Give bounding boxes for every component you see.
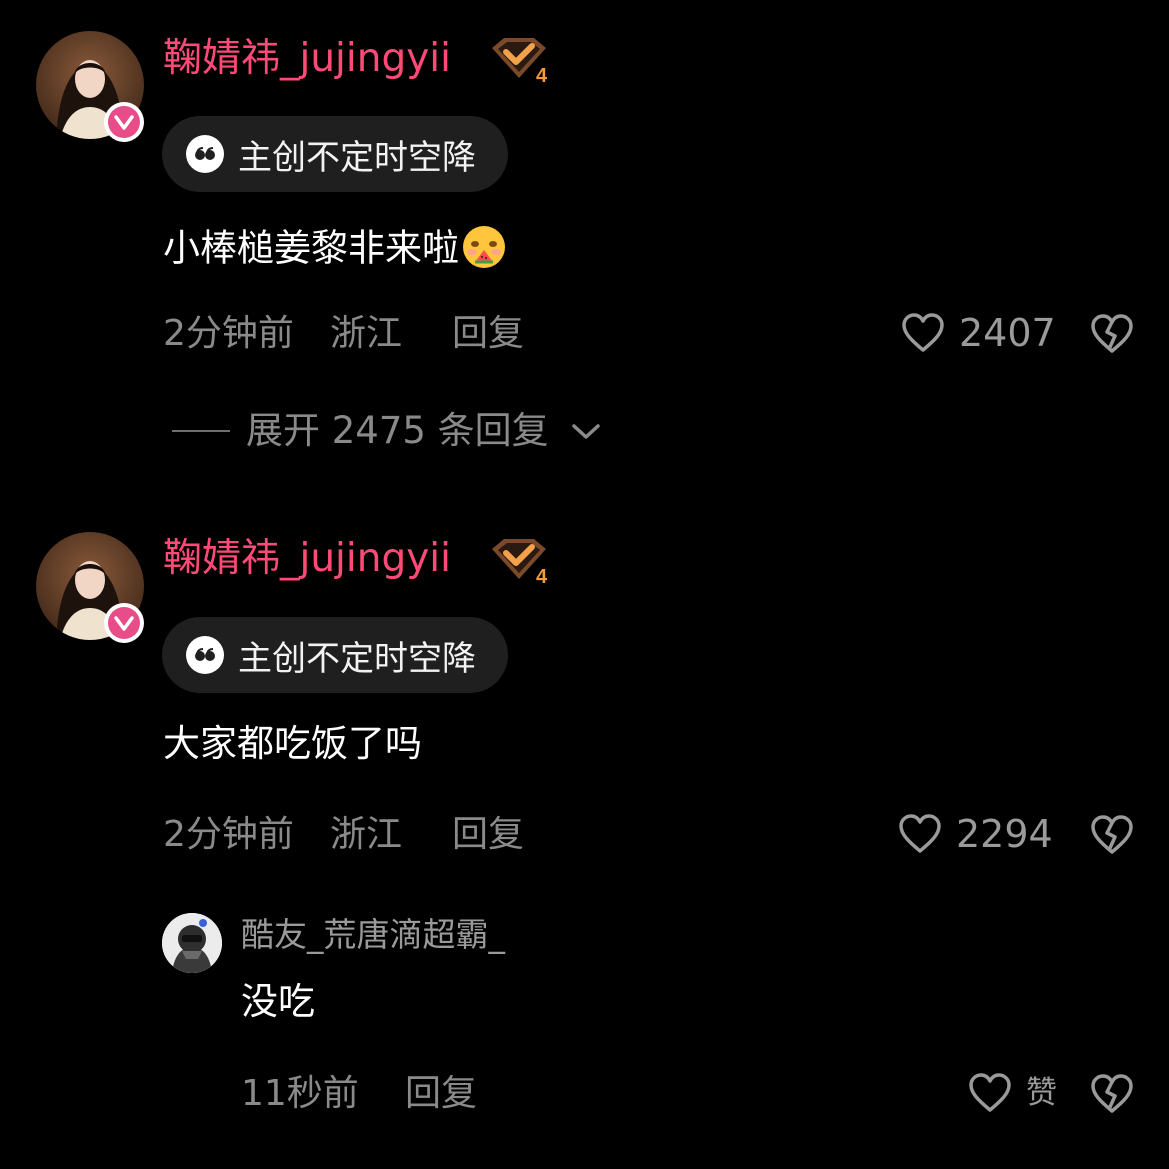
tag-label: 主创不定时空降: [238, 137, 476, 178]
broken-heart-icon: [1091, 815, 1133, 854]
like-button[interactable]: 2294: [898, 813, 1053, 855]
reply-text: 没吃: [241, 980, 315, 1023]
verified-badge-icon: [104, 102, 144, 142]
verified-badge-icon: [104, 603, 144, 643]
level-badge-icon: 4: [488, 34, 552, 87]
chevron-down-icon: [571, 423, 600, 439]
comment-location: 浙江: [330, 814, 403, 855]
heart-icon: [969, 1073, 1011, 1112]
comment-body: 小棒槌姜黎非来啦: [163, 226, 459, 270]
reply-time: 11秒前: [241, 1073, 359, 1114]
like-button[interactable]: 赞: [968, 1072, 1057, 1114]
username[interactable]: 鞠婧祎_jujingyii: [163, 539, 451, 578]
comment-time: 2分钟前: [163, 814, 294, 855]
comment-text: 小棒槌姜黎非来啦: [163, 224, 507, 276]
username[interactable]: 鞠婧祎_jujingyii: [163, 39, 451, 78]
reply-avatar[interactable]: [162, 913, 222, 973]
reply-button[interactable]: 回复: [452, 817, 524, 853]
badge-level: 4: [536, 65, 548, 86]
reply-username[interactable]: 酷友_荒唐滴超霸_: [241, 918, 505, 951]
expand-replies-button[interactable]: 展开 2475 条回复: [172, 412, 603, 449]
reply-button[interactable]: 回复: [405, 1076, 477, 1112]
tag-label: 主创不定时空降: [238, 638, 476, 679]
comment-location: 浙江: [330, 313, 403, 354]
author-tag[interactable]: 主创不定时空降: [162, 116, 508, 192]
author-tag[interactable]: 主创不定时空降: [162, 617, 508, 693]
heart-icon: [899, 814, 941, 853]
like-label: 赞: [1026, 1074, 1057, 1111]
heart-icon: [902, 313, 944, 352]
expand-label: 展开 2475 条回复: [246, 409, 549, 452]
quote-icon: [186, 135, 224, 173]
broken-heart-icon: [1091, 314, 1133, 353]
emoji-icon: [461, 224, 507, 276]
divider-line: [172, 429, 230, 432]
badge-level: 4: [536, 566, 548, 587]
like-count: 2407: [959, 311, 1056, 355]
comment-text: 大家都吃饭了吗: [163, 722, 422, 765]
reply-button[interactable]: 回复: [452, 316, 524, 352]
broken-heart-icon: [1091, 1074, 1133, 1113]
dislike-button[interactable]: [1090, 1073, 1134, 1119]
quote-icon: [186, 636, 224, 674]
level-badge-icon: 4: [488, 535, 552, 588]
like-count: 2294: [956, 812, 1053, 856]
dislike-button[interactable]: [1090, 313, 1134, 359]
dislike-button[interactable]: [1090, 814, 1134, 860]
like-button[interactable]: 2407: [901, 312, 1056, 354]
comment-time: 2分钟前: [163, 313, 294, 354]
